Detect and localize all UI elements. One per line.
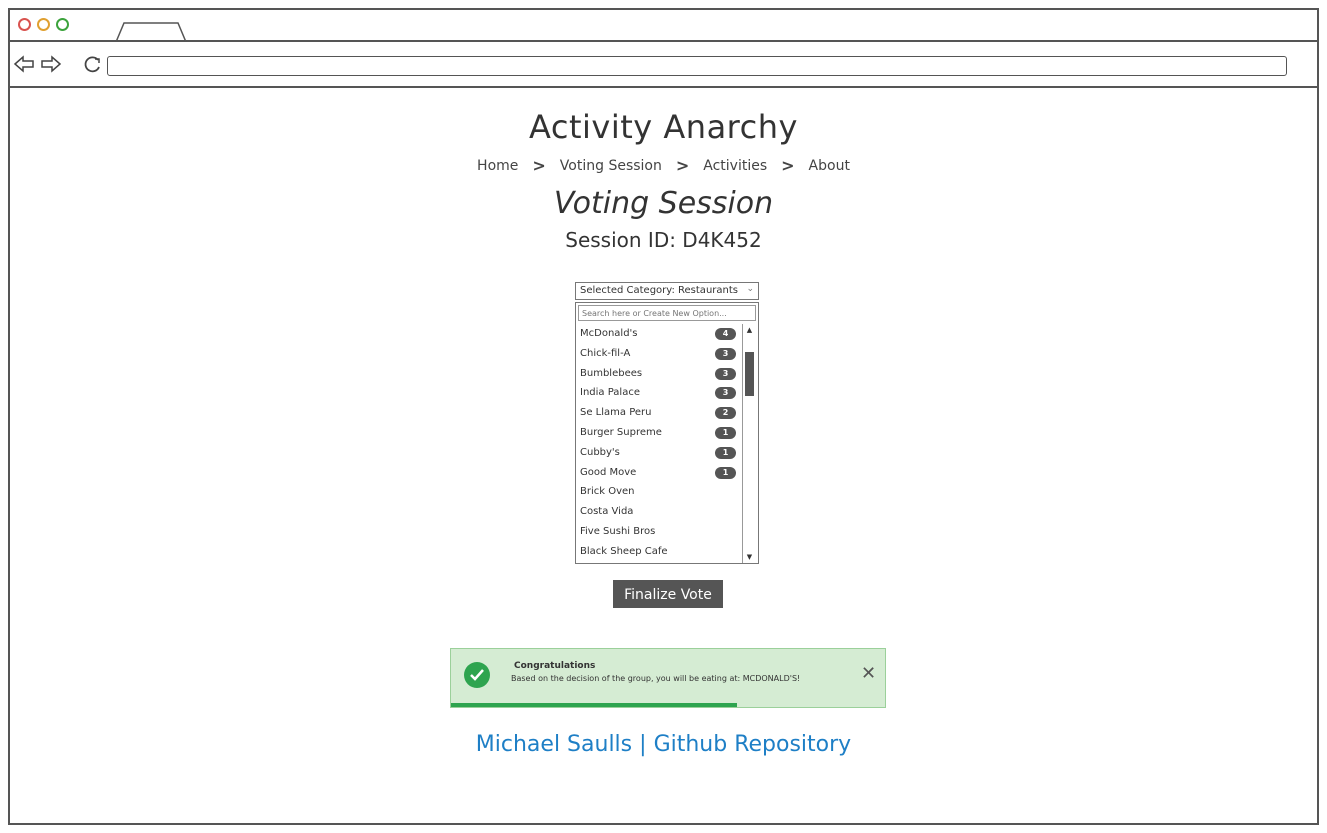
option-name: Se Llama Peru	[580, 407, 652, 419]
breadcrumb-activities[interactable]: Activities	[703, 158, 767, 174]
vote-count-badge: 1	[715, 426, 736, 439]
option-name: Brick Oven	[580, 486, 635, 498]
maximize-window-icon[interactable]	[56, 18, 69, 31]
github-repository-link[interactable]: Github Repository	[654, 732, 852, 757]
option-name: Cubby's	[580, 446, 620, 458]
vote-count-badge: 3	[715, 347, 736, 360]
option-item[interactable]: Se Llama Peru 2	[579, 403, 739, 423]
category-select[interactable]: Selected Category: Restaurants ⌄	[575, 282, 759, 300]
category-select-value: Selected Category: Restaurants	[580, 285, 738, 296]
option-name: McDonald's	[580, 328, 638, 339]
browser-window: Activity Anarchy Home > Voting Session >…	[8, 8, 1319, 825]
vote-count-badge: 3	[715, 367, 736, 380]
option-item[interactable]: Costa Vida	[579, 502, 739, 522]
option-item[interactable]: Chick-fil-A 3	[579, 344, 739, 364]
scroll-up-arrow-icon[interactable]: ▲	[743, 324, 756, 336]
option-list: McDonald's 4 Chick-fil-A 3 Bumblebees 3 Ind…	[579, 324, 739, 562]
success-toast: Congratulations Based on the decision of…	[450, 648, 886, 708]
close-icon[interactable]: ✕	[861, 663, 876, 684]
option-item[interactable]: Black Sheep Cafe	[579, 542, 739, 562]
vote-count-badge: 1	[715, 446, 736, 459]
toast-message: Based on the decision of the group, you …	[511, 674, 801, 683]
option-item[interactable]: India Palace 3	[579, 383, 739, 403]
reload-icon[interactable]	[82, 55, 104, 73]
check-circle-icon	[464, 662, 490, 688]
app-title: Activity Anarchy	[529, 108, 798, 146]
option-name: India Palace	[580, 387, 640, 399]
toast-progress-bar	[451, 703, 738, 707]
breadcrumb-separator: >	[781, 156, 795, 175]
option-item[interactable]: Bumblebees 3	[579, 364, 739, 384]
option-name: Good Move	[580, 466, 637, 478]
option-item[interactable]: McDonald's 4	[579, 324, 739, 344]
back-arrow-icon[interactable]	[13, 55, 35, 73]
browser-tab[interactable]	[115, 22, 187, 42]
options-scrollbar[interactable]: ▲ ▼	[742, 324, 756, 563]
option-name: Bumblebees	[580, 367, 643, 379]
option-item[interactable]: Burger Supreme 1	[579, 423, 739, 443]
option-item[interactable]: Brick Oven	[579, 482, 739, 502]
address-bar[interactable]	[107, 56, 1287, 76]
footer-links: Michael Saulls | Github Repository	[10, 732, 1317, 757]
option-item[interactable]: Good Move 1	[579, 463, 739, 483]
option-item[interactable]: Five Sushi Bros	[579, 522, 739, 542]
toast-title: Congratulations	[514, 661, 596, 671]
option-name: Costa Vida	[580, 506, 634, 518]
footer-divider: |	[639, 732, 647, 757]
vote-count-badge: 1	[715, 466, 736, 479]
options-panel: McDonald's 4 Chick-fil-A 3 Bumblebees 3 Ind…	[575, 302, 759, 564]
vote-count-badge: 3	[715, 387, 736, 400]
breadcrumb-home[interactable]: Home	[477, 158, 518, 174]
breadcrumb-separator: >	[675, 156, 690, 175]
option-name: Black Sheep Cafe	[580, 545, 668, 557]
minimize-window-icon[interactable]	[37, 18, 50, 31]
browser-navbar	[10, 42, 1317, 88]
vote-count-badge: 2	[715, 407, 736, 420]
breadcrumb: Home > Voting Session > Activities > Abo…	[10, 156, 1317, 175]
option-name: Chick-fil-A	[580, 347, 631, 359]
breadcrumb-voting-session[interactable]: Voting Session	[560, 158, 662, 174]
option-name: Five Sushi Bros	[580, 525, 656, 537]
close-window-icon[interactable]	[18, 18, 31, 31]
scroll-thumb[interactable]	[745, 352, 754, 396]
session-id: Session ID: D4K452	[565, 228, 762, 252]
page-title: Voting Session	[553, 186, 774, 221]
breadcrumb-separator: >	[532, 156, 546, 175]
finalize-vote-button[interactable]: Finalize Vote	[613, 580, 723, 608]
vote-count-badge: 4	[715, 328, 736, 340]
breadcrumb-about[interactable]: About	[809, 158, 850, 174]
scroll-down-arrow-icon[interactable]: ▼	[743, 551, 756, 563]
author-link[interactable]: Michael Saulls	[476, 732, 632, 757]
forward-arrow-icon[interactable]	[40, 55, 62, 73]
option-search-input[interactable]	[578, 305, 756, 321]
option-item[interactable]: Cubby's 1	[579, 443, 739, 463]
page-content: Activity Anarchy Home > Voting Session >…	[10, 88, 1317, 823]
option-name: Burger Supreme	[580, 426, 662, 438]
browser-titlebar	[10, 10, 1317, 42]
chevron-down-icon: ⌄	[746, 284, 754, 294]
